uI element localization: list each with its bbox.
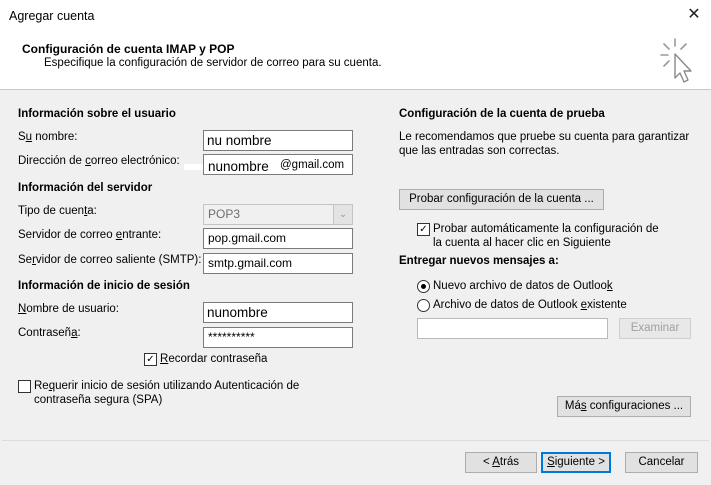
next-button[interactable]: Siguiente > (541, 452, 611, 473)
page-subtitle: Especifique la configuración de servidor… (44, 57, 382, 69)
data-file-path-field[interactable] (417, 318, 608, 339)
account-type-value: POP3 (208, 207, 241, 221)
chevron-down-icon: ⌄ (333, 205, 352, 224)
existing-data-file-label[interactable]: Archivo de datos de Outlook existente (433, 299, 627, 311)
test-settings-heading: Configuración de la cuenta de prueba (399, 108, 605, 120)
browse-button[interactable]: Examinar (619, 318, 691, 339)
email-value-left: nunombre (208, 159, 269, 174)
window-title: Agregar cuenta (9, 9, 95, 23)
remember-password-label[interactable]: Recordar contraseña (160, 353, 267, 365)
deliver-heading: Entregar nuevos mensajes a: (399, 255, 559, 267)
close-icon: ✕ (687, 6, 701, 23)
auto-test-label[interactable]: Probar automáticamente la configuración … (433, 222, 659, 250)
spa-label[interactable]: Requerir inicio de sesión utilizando Aut… (34, 379, 299, 407)
test-account-button[interactable]: Probar configuración de la cuenta ... (399, 189, 604, 210)
incoming-server-field[interactable]: pop.gmail.com (203, 228, 353, 249)
spa-checkbox[interactable] (18, 380, 31, 393)
username-label: Nombre de usuario: (18, 303, 120, 315)
more-settings-button[interactable]: Más configuraciones ... (557, 396, 691, 417)
new-data-file-label[interactable]: Nuevo archivo de datos de Outlook (433, 280, 613, 292)
incoming-server-label: Servidor de correo entrante: (18, 229, 162, 241)
user-info-heading: Información sobre el usuario (18, 108, 176, 120)
redaction-mask (184, 164, 204, 170)
existing-data-file-radio[interactable] (417, 299, 430, 312)
password-label: Contraseña: (18, 327, 81, 339)
outgoing-server-field[interactable]: smtp.gmail.com (203, 253, 353, 274)
password-field[interactable]: ********** (203, 327, 353, 348)
account-type-select[interactable]: POP3 ⌄ (203, 204, 353, 225)
outgoing-server-label: Servidor de correo saliente (SMTP): (18, 254, 202, 266)
account-type-label: Tipo de cuenta: (18, 205, 97, 217)
server-info-heading: Información del servidor (18, 182, 153, 194)
logon-info-heading: Información de inicio de sesión (18, 280, 190, 292)
email-value-right: @gmail.com (280, 159, 345, 171)
cursor-sparkle-icon (660, 38, 692, 83)
name-field[interactable]: nu nombre (203, 130, 353, 151)
test-settings-description: Le recomendamos que pruebe su cuenta par… (399, 131, 690, 157)
email-field[interactable]: nunombre @gmail.com (203, 154, 353, 175)
back-button[interactable]: < Atrás (465, 452, 537, 473)
auto-test-checkbox[interactable]: ✓ (417, 223, 430, 236)
cancel-button[interactable]: Cancelar (625, 452, 698, 473)
title-bar (0, 0, 711, 31)
close-button[interactable]: ✕ (682, 4, 706, 26)
name-label: Su nombre: (18, 131, 78, 143)
new-data-file-radio[interactable] (417, 280, 430, 293)
footer-divider (2, 440, 709, 441)
remember-password-checkbox[interactable]: ✓ (144, 353, 157, 366)
email-label: Dirección de correo electrónico: (18, 155, 180, 167)
page-title: Configuración de cuenta IMAP y POP (22, 42, 235, 56)
username-field[interactable]: nunombre (203, 302, 353, 323)
